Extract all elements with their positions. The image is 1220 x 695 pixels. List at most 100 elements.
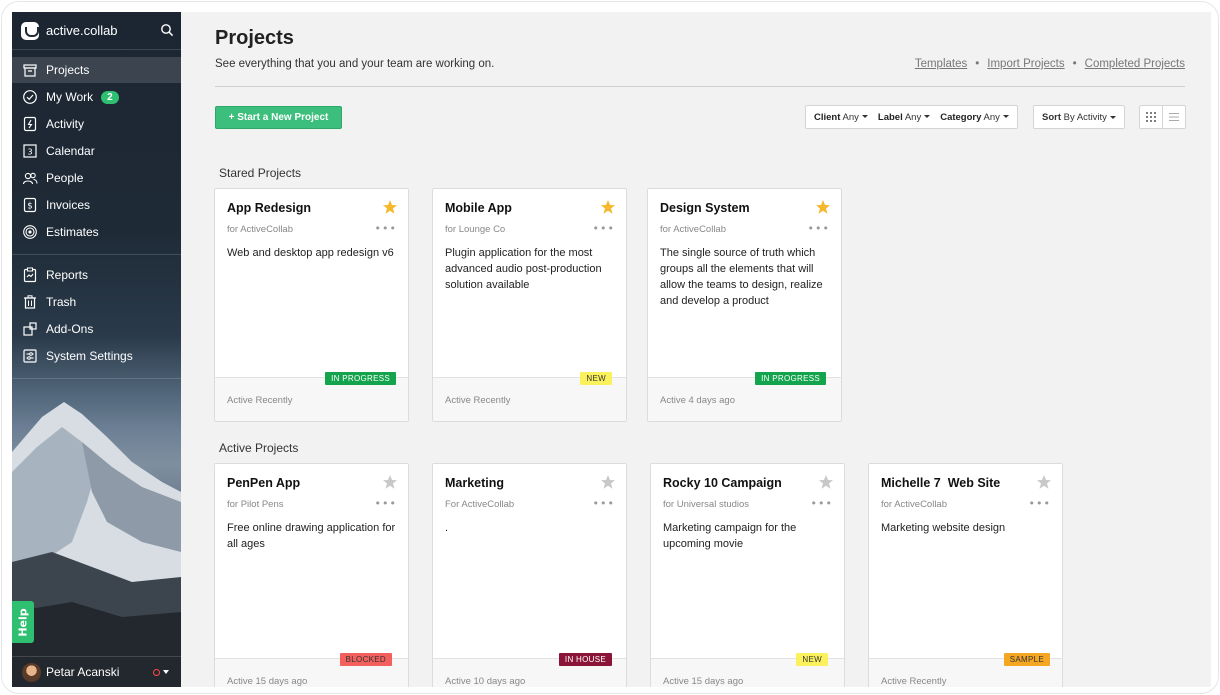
sidebar-item-calendar[interactable]: 3 Calendar: [12, 138, 181, 164]
sidebar-item-system-settings[interactable]: System Settings: [12, 343, 181, 369]
project-card[interactable]: App Redesign for ActiveCollab ••• Web an…: [214, 188, 409, 422]
project-name: Michelle 7 Web Site: [881, 476, 1001, 490]
project-activity: Active 4 days ago: [660, 395, 735, 406]
filter-value: Any: [983, 111, 1000, 123]
grid-icon: [1146, 112, 1156, 122]
logo-bar: active.collab: [12, 12, 181, 50]
project-description: The single source of truth which groups …: [660, 247, 823, 307]
link-separator: •: [975, 58, 980, 70]
link-separator: •: [1072, 58, 1077, 70]
project-client: for ActiveCollab: [227, 224, 294, 235]
star-icon[interactable]: [818, 474, 834, 490]
star-icon[interactable]: [382, 199, 398, 215]
category-filter[interactable]: Category Any: [940, 112, 1009, 123]
import-projects-link[interactable]: Import Projects: [987, 58, 1064, 70]
sidebar-item-add-ons[interactable]: Add-Ons: [12, 316, 181, 342]
sort-dropdown[interactable]: Sort By Activity: [1033, 105, 1125, 129]
sidebar-item-label: Estimates: [46, 225, 99, 239]
user-menu[interactable]: Petar Acanski: [12, 656, 181, 687]
project-card[interactable]: Rocky 10 Campaign for Universal studios …: [650, 463, 845, 687]
more-options-icon[interactable]: •••: [811, 497, 833, 510]
chevron-down-icon: [163, 670, 169, 674]
check-circle-icon: [22, 89, 38, 105]
app-window: active.collab Projects My Work 2 Activit…: [1, 1, 1219, 694]
more-options-icon[interactable]: •••: [593, 497, 615, 510]
main-content: Projects See everything that you and you…: [181, 12, 1211, 687]
project-description: Marketing campaign for the upcoming movi…: [663, 522, 797, 550]
projects-icon: [22, 62, 38, 78]
sidebar-item-people[interactable]: People: [12, 165, 181, 191]
more-options-icon[interactable]: •••: [593, 222, 615, 235]
project-activity: Active 15 days ago: [663, 676, 744, 687]
logo-text: active.collab: [46, 23, 118, 38]
active-projects-heading: Active Projects: [219, 441, 299, 455]
star-icon[interactable]: [600, 474, 616, 490]
status-badge: SAMPLE: [1003, 653, 1050, 666]
project-activity: Active 15 days ago: [227, 676, 308, 687]
project-card[interactable]: Michelle 7 Web Site for ActiveCollab •••…: [868, 463, 1063, 687]
sidebar-item-label: Projects: [46, 63, 90, 77]
sidebar-item-label: People: [46, 171, 84, 185]
sidebar-item-label: Calendar: [46, 144, 95, 158]
sidebar-item-reports[interactable]: Reports: [12, 262, 181, 288]
label-filter[interactable]: Label Any: [877, 111, 931, 123]
project-description: .: [445, 522, 449, 534]
sidebar-item-label: Reports: [46, 268, 89, 282]
project-name: Rocky 10 Campaign: [663, 476, 782, 490]
invoice-icon: $: [22, 197, 38, 213]
list-icon: [1169, 113, 1179, 121]
search-icon[interactable]: [160, 23, 174, 37]
help-button[interactable]: Help: [12, 601, 34, 643]
sidebar-item-label: Add-Ons: [46, 322, 94, 336]
status-badge: IN PROGRESS: [325, 372, 396, 385]
header-links: Templates • Import Projects • Completed …: [915, 58, 1185, 70]
sidebar-item-estimates[interactable]: Estimates: [12, 219, 181, 245]
help-label: Help: [16, 607, 30, 637]
estimates-icon: [22, 224, 38, 240]
project-card[interactable]: Design System for ActiveCollab ••• The s…: [647, 188, 842, 422]
project-name: Marketing: [445, 476, 505, 490]
star-icon[interactable]: [1036, 474, 1052, 490]
filter-name: Label: [877, 111, 903, 123]
sidebar-item-activity[interactable]: Activity: [12, 111, 181, 137]
caret-down-icon: [1002, 115, 1009, 119]
more-options-icon[interactable]: •••: [375, 497, 397, 510]
reports-icon: [22, 267, 38, 283]
people-icon: [22, 170, 38, 186]
divider: [12, 254, 181, 255]
sidebar-item-trash[interactable]: Trash: [12, 289, 181, 315]
project-client: for ActiveCollab: [660, 224, 727, 235]
more-options-icon[interactable]: •••: [1029, 497, 1051, 510]
project-activity: Active Recently: [445, 395, 511, 406]
more-options-icon[interactable]: •••: [808, 222, 830, 235]
page-subtitle: See everything that you and your team ar…: [215, 58, 495, 70]
sidebar-item-invoices[interactable]: $ Invoices: [12, 192, 181, 218]
client-filter[interactable]: Client Any: [814, 112, 868, 123]
project-client: for Lounge Co: [445, 224, 506, 235]
star-icon[interactable]: [815, 199, 831, 215]
sidebar-item-projects[interactable]: Projects: [12, 57, 181, 83]
activity-icon: [22, 116, 38, 132]
start-new-project-button[interactable]: + Start a New Project: [215, 106, 342, 129]
sidebar: active.collab Projects My Work 2 Activit…: [12, 12, 181, 687]
project-card[interactable]: Marketing For ActiveCollab ••• . IN HOUS…: [432, 463, 627, 687]
completed-projects-link[interactable]: Completed Projects: [1085, 58, 1185, 70]
more-options-icon[interactable]: •••: [375, 222, 397, 235]
project-client: For ActiveCollab: [445, 499, 515, 510]
list-view-button[interactable]: [1163, 106, 1185, 128]
view-toggle: [1139, 105, 1186, 129]
sidebar-item-label: System Settings: [46, 349, 133, 363]
grid-view-button[interactable]: [1140, 106, 1163, 128]
project-activity: Active Recently: [227, 395, 293, 406]
project-card[interactable]: Mobile App for Lounge Co ••• Plugin appl…: [432, 188, 627, 422]
star-icon[interactable]: [600, 199, 616, 215]
templates-link[interactable]: Templates: [915, 58, 967, 70]
project-card[interactable]: PenPen App for Pilot Pens ••• Free onlin…: [214, 463, 409, 687]
calendar-icon: 3: [22, 143, 38, 159]
project-activity: Active Recently: [881, 676, 947, 687]
star-icon[interactable]: [382, 474, 398, 490]
trash-icon: [22, 294, 38, 310]
sidebar-item-label: Trash: [46, 295, 77, 309]
project-description: Marketing website design: [881, 522, 1006, 534]
sidebar-item-my-work[interactable]: My Work 2: [12, 84, 181, 110]
